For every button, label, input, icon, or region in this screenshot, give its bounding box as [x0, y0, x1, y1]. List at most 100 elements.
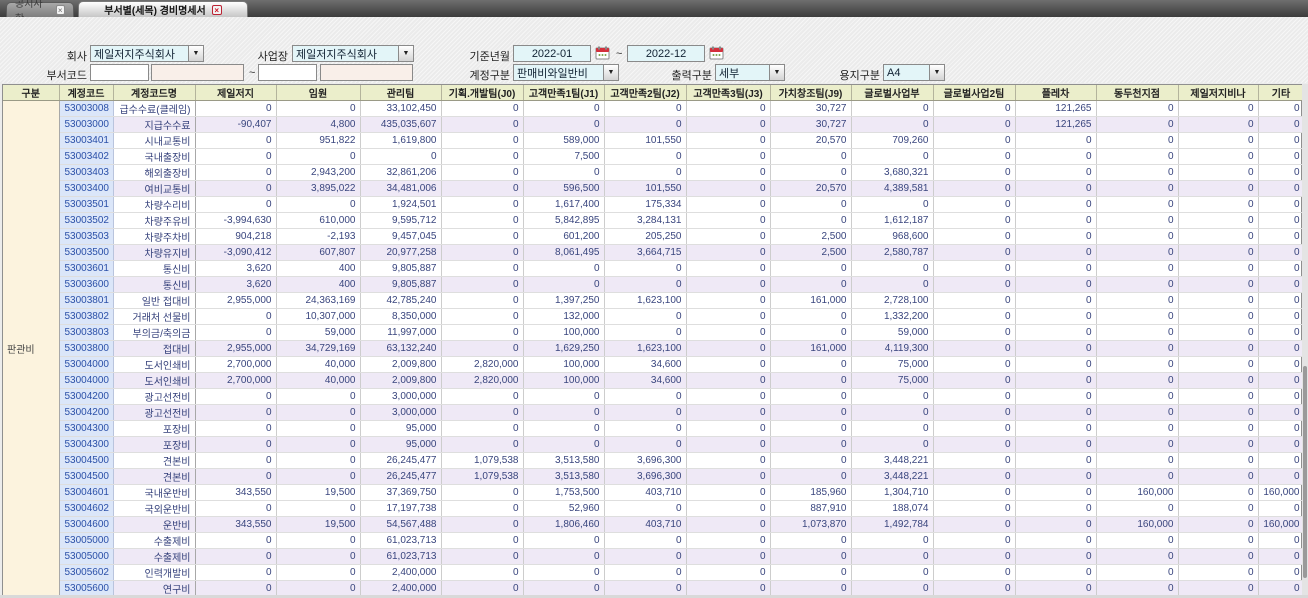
amount-cell: 2,943,200 [276, 164, 361, 181]
chevron-down-icon[interactable]: ▼ [188, 46, 203, 61]
period-from-input[interactable]: 2022-01 [513, 45, 591, 62]
amount-cell: 0 [933, 100, 1016, 117]
amount-cell: 0 [276, 388, 361, 405]
amount-cell: 101,550 [604, 180, 687, 197]
amount-cell: 0 [686, 452, 771, 469]
paper-type-select[interactable]: A4 ▼ [883, 64, 945, 81]
table-row[interactable]: 53005000 수출제비 0 0 61,023,713 0 0 0 0 0 0 0 0 0 0 0 [3, 548, 1305, 565]
scrollbar-thumb[interactable] [1303, 366, 1307, 578]
column-header[interactable]: 기획.개발팀(J0) [441, 85, 524, 101]
amount-cell: 0 [604, 148, 687, 165]
amount-cell: 0 [276, 532, 361, 549]
chevron-down-icon[interactable]: ▼ [603, 65, 618, 80]
table-row[interactable]: 53003501 차량수리비 0 0 1,924,501 0 1,617,400 175,33… [3, 196, 1305, 213]
tab-close-icon[interactable]: × [55, 5, 65, 15]
column-header[interactable]: 글로벌사업2팀 [933, 85, 1016, 101]
amount-cell: 3,000,000 [360, 388, 442, 405]
table-row[interactable]: 53003502 차량주유비 -3,994,630 610,000 9,595,712 0… [3, 212, 1305, 229]
column-header[interactable]: 구분 [3, 85, 60, 101]
output-type-select[interactable]: 세부 ▼ [715, 64, 785, 81]
chevron-down-icon[interactable]: ▼ [929, 65, 944, 80]
table-row[interactable]: 53003800 접대비 2,955,000 34,729,169 63,132,240… [3, 340, 1305, 357]
table-row[interactable]: 53004300 포장비 0 0 95,000 0 0 0 0 0 0 0 0 0 0 0 [3, 420, 1305, 437]
site-select[interactable]: 제일저지주식회사 ▼ [292, 45, 414, 62]
account-type-select[interactable]: 판매비와일반비 ▼ [513, 64, 619, 81]
table-row[interactable]: 53004600 운반비 343,550 19,500 54,567,488 0 1,806… [3, 516, 1305, 533]
column-header[interactable]: 기타 [1258, 85, 1305, 101]
amount-cell: 0 [770, 564, 852, 581]
table-row[interactable]: 판관비 53003008 급수수료(클레임) 0 0 33,102,450 0 0 0 0 30,7… [3, 100, 1305, 597]
amount-cell: 0 [276, 196, 361, 213]
amount-cell: 0 [851, 148, 934, 165]
dept-from-name-field[interactable] [151, 64, 244, 81]
account-name-cell: 차량유지비 [113, 244, 196, 261]
table-row[interactable]: 53004601 국내운반비 343,550 19,500 37,369,750 0 1,7… [3, 484, 1305, 501]
table-row[interactable]: 53003402 국내출장비 0 0 0 0 7,500 0 0 0 0 0 0 0 0 0 [3, 148, 1305, 165]
table-row[interactable]: 53003600 통신비 3,620 400 9,805,887 0 0 0 0 0 0 0 0 0 0 0 [3, 276, 1305, 293]
table-row[interactable]: 53003403 해외출장비 0 2,943,200 32,861,206 0 0 0 0 0 3,… [3, 164, 1305, 181]
calendar-icon[interactable] [595, 46, 610, 60]
tab-expense-report[interactable]: 부서별(세목) 경비명세서 × [78, 1, 248, 17]
vertical-scrollbar[interactable] [1302, 84, 1308, 595]
column-header[interactable]: 글로벌사업부 [851, 85, 934, 101]
table-row[interactable]: 53003801 일반 접대비 2,955,000 24,363,169 42,785,… [3, 292, 1305, 309]
table-row[interactable]: 53003601 통신비 3,620 400 9,805,887 0 0 0 0 0 0 0 0 0 0 0 [3, 260, 1305, 277]
table-row[interactable]: 53004300 포장비 0 0 95,000 0 0 0 0 0 0 0 0 0 0 0 [3, 436, 1305, 453]
amount-cell: 3,664,715 [604, 244, 687, 261]
tab-notice[interactable]: 공지사항 × [6, 0, 74, 25]
table-row[interactable]: 53003503 차량주차비 904,218 -2,193 9,457,045 0 601,… [3, 228, 1305, 245]
period-to-input[interactable]: 2022-12 [627, 45, 705, 62]
amount-cell: 0 [195, 388, 277, 405]
dept-to-code-input[interactable] [258, 64, 317, 81]
table-row[interactable]: 53004200 광고선전비 0 0 3,000,000 0 0 0 0 0 0 0 0 0 0 0 [3, 388, 1305, 405]
column-header[interactable]: 고객만족3팀(J3) [686, 85, 771, 101]
amount-cell: 0 [851, 116, 934, 133]
calendar-icon[interactable] [709, 46, 724, 60]
account-name-cell: 차량주유비 [113, 212, 196, 229]
amount-cell: 0 [1096, 404, 1179, 421]
table-row[interactable]: 53004602 국외운반비 0 0 17,197,738 0 52,960 0 0 887,91… [3, 500, 1305, 517]
amount-cell: 0 [1178, 532, 1259, 549]
table-row[interactable]: 53004000 도서인쇄비 2,700,000 40,000 2,009,800 2,8… [3, 356, 1305, 373]
amount-cell: 1,924,501 [360, 196, 442, 213]
dept-to-name-field[interactable] [320, 64, 413, 81]
account-name-cell: 차량주차비 [113, 228, 196, 245]
tab-close-icon[interactable]: × [211, 4, 222, 15]
column-header[interactable]: 가치창조팀(J9) [770, 85, 852, 101]
column-header[interactable]: 임원 [276, 85, 361, 101]
table-row[interactable]: 53004500 견본비 0 0 26,245,477 1,079,538 3,513,58… [3, 452, 1305, 469]
amount-cell: 0 [933, 372, 1016, 389]
table-row[interactable]: 53005000 수출제비 0 0 61,023,713 0 0 0 0 0 0 0 0 0 0 0 [3, 532, 1305, 549]
chevron-down-icon[interactable]: ▼ [769, 65, 784, 80]
table-row[interactable]: 53003803 부의금/축의금 0 59,000 11,997,000 0 100,000… [3, 324, 1305, 341]
table-row[interactable]: 53003802 거래처 선물비 0 10,307,000 8,350,000 0 132,… [3, 308, 1305, 325]
amount-cell: 0 [1015, 500, 1097, 517]
amount-cell: 0 [441, 132, 524, 149]
column-header[interactable]: 고객만족2팀(J2) [604, 85, 687, 101]
table-row[interactable]: 53004000 도서인쇄비 2,700,000 40,000 2,009,800 2,8… [3, 372, 1305, 389]
company-select[interactable]: 제일저지주식회사 ▼ [90, 45, 204, 62]
amount-cell: 0 [1258, 388, 1305, 405]
table-row[interactable]: 53003400 여비교통비 0 3,895,022 34,481,006 0 596,50… [3, 180, 1305, 197]
column-header[interactable]: 계정코드명 [113, 85, 196, 101]
dept-from-code-input[interactable] [90, 64, 149, 81]
column-header[interactable]: 고객만족1팀(J1) [523, 85, 605, 101]
account-name-cell: 일반 접대비 [113, 292, 196, 309]
table-row[interactable]: 53005602 인력개발비 0 0 2,400,000 0 0 0 0 0 0 0 0 0 0 0 [3, 564, 1305, 581]
amount-cell: 400 [276, 260, 361, 277]
table-row[interactable]: 53003401 시내교통비 0 951,822 1,619,800 0 589,000 10… [3, 132, 1305, 149]
chevron-down-icon[interactable]: ▼ [398, 46, 413, 61]
amount-cell: 0 [851, 276, 934, 293]
table-row[interactable]: 53003000 지급수수료 -90,407 4,800 435,035,607 0 0 0 0… [3, 116, 1305, 133]
column-header[interactable]: 제일저지 [195, 85, 277, 101]
amount-cell: 0 [441, 404, 524, 421]
table-row[interactable]: 53003500 차량유지비 -3,090,412 607,807 20,977,258… [3, 244, 1305, 261]
table-row[interactable]: 53004500 견본비 0 0 26,245,477 1,079,538 3,513,58… [3, 468, 1305, 485]
column-header[interactable]: 계정코드 [59, 85, 114, 101]
amount-cell: 0 [604, 420, 687, 437]
column-header[interactable]: 플레차 [1015, 85, 1097, 101]
column-header[interactable]: 동두천지점 [1096, 85, 1179, 101]
column-header[interactable]: 제일저지비나 [1178, 85, 1259, 101]
column-header[interactable]: 관리팀 [360, 85, 442, 101]
table-row[interactable]: 53004200 광고선전비 0 0 3,000,000 0 0 0 0 0 0 0 0 0 0 0 [3, 404, 1305, 421]
